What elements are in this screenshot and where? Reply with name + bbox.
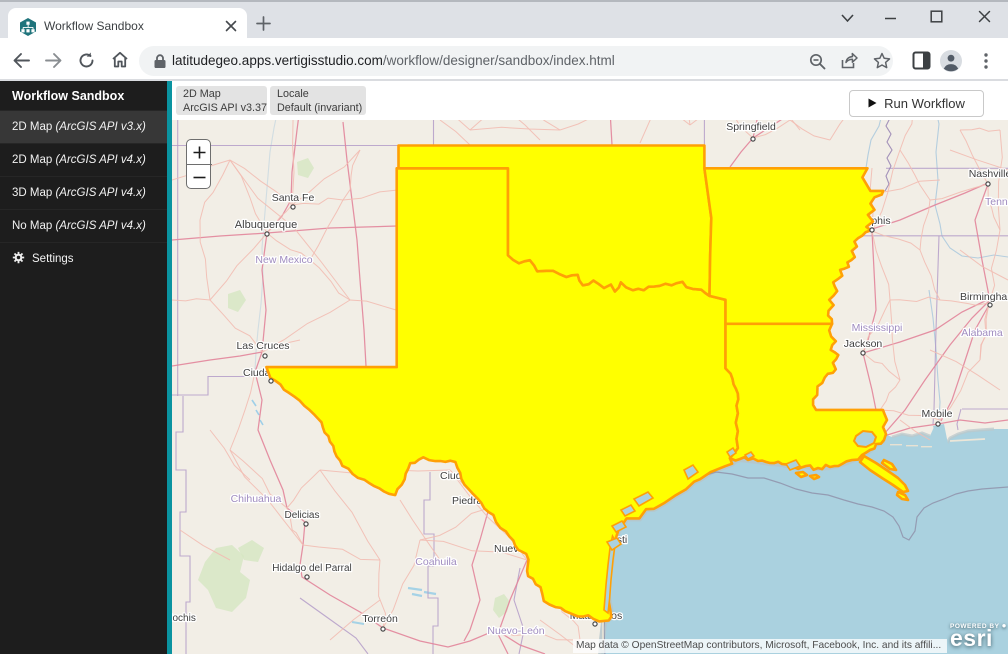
- svg-text:New Mexico: New Mexico: [255, 254, 312, 266]
- svg-text:Torreón: Torreón: [362, 613, 398, 625]
- svg-text:Mobile: Mobile: [922, 408, 953, 420]
- svg-text:Albuquerque: Albuquerque: [235, 219, 297, 231]
- svg-text:Nashville: Nashville: [969, 168, 1008, 180]
- svg-text:Nuevo-León: Nuevo-León: [487, 625, 544, 637]
- svg-text:Chihuahua: Chihuahua: [231, 493, 282, 505]
- svg-text:Hidalgo del Parral: Hidalgo del Parral: [272, 563, 352, 574]
- svg-text:Springfield: Springfield: [726, 121, 776, 133]
- svg-text:Santa Fe: Santa Fe: [272, 192, 315, 204]
- svg-text:Coahuila: Coahuila: [415, 556, 457, 568]
- svg-text:Delicias: Delicias: [284, 510, 319, 521]
- svg-text:Mochis: Mochis: [172, 613, 196, 624]
- svg-text:Alabama: Alabama: [961, 327, 1003, 339]
- svg-text:Birmingham: Birmingham: [960, 291, 1008, 303]
- svg-text:Jackson: Jackson: [844, 338, 883, 350]
- svg-text:Tennessee: Tennessee: [985, 196, 1008, 208]
- svg-text:Las Cruces: Las Cruces: [236, 340, 289, 352]
- svg-text:Mississippi: Mississippi: [852, 322, 903, 334]
